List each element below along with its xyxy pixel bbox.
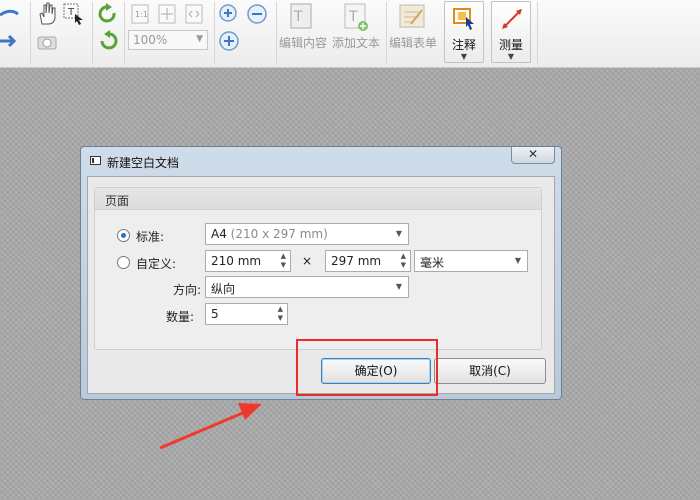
pointer-arrow-icon xyxy=(159,403,262,450)
